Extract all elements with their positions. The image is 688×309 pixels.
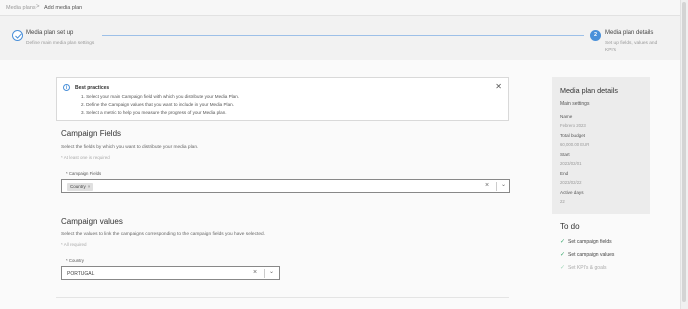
- best-practices-panel: i Best practices 1. Select your main Cam…: [56, 77, 509, 121]
- campaign-fields-label: * Campaign Fields: [66, 171, 102, 176]
- select-separator: [496, 182, 497, 191]
- clear-icon[interactable]: ×: [253, 269, 257, 276]
- chip-country: Country ×: [67, 183, 94, 191]
- details-title: Media plan details: [560, 86, 618, 95]
- check-icon: ✓: [560, 239, 566, 245]
- chevron-down-icon[interactable]: ⌄: [269, 268, 274, 275]
- chevron-down-icon[interactable]: ⌄: [501, 181, 506, 188]
- step-2-subtitle-line-1: Set up fields, values and: [605, 41, 658, 46]
- select-separator: [264, 269, 265, 278]
- detail-label-active-days: Active days: [560, 190, 584, 195]
- campaign-fields-description: Select the fields by which you want to d…: [61, 145, 199, 150]
- close-icon[interactable]: ✕: [495, 82, 502, 91]
- campaign-values-hint: * All required: [61, 242, 87, 247]
- chip-remove-icon[interactable]: ×: [88, 184, 91, 189]
- country-field-label: * Country: [66, 258, 84, 263]
- todo-label: Set KPI's & goals: [568, 265, 607, 271]
- best-practices-line: 1. Select your main Campaign field with …: [81, 94, 240, 99]
- media-plan-details-card: Media plan details Main settings Name Fe…: [552, 77, 650, 214]
- todo-title: To do: [560, 222, 580, 231]
- step-2-title: Media plan details: [605, 30, 654, 36]
- breadcrumb-media-plans[interactable]: Media plans: [6, 5, 36, 11]
- best-practices-title: Best practices: [75, 85, 110, 91]
- chip-label: Country: [70, 184, 86, 189]
- step-1-title: Media plan set up: [26, 30, 74, 36]
- detail-value-budget: 60,000.00 EUR: [560, 142, 590, 147]
- todo-item-kpis: ✓ Set KPI's & goals: [560, 264, 606, 271]
- campaign-values-description: Select the values to link the campaigns …: [61, 232, 265, 237]
- detail-label-start: Start: [560, 152, 570, 157]
- detail-value-start: 2023/02/01: [560, 161, 582, 166]
- scrollbar-thumb[interactable]: [682, 2, 686, 302]
- campaign-fields-select[interactable]: Country × × ⌄: [61, 179, 510, 193]
- section-divider: [56, 297, 509, 298]
- details-subtitle: Main settings: [560, 101, 590, 107]
- detail-value-active-days: 22: [560, 199, 565, 204]
- check-icon: ✓: [560, 252, 566, 258]
- campaign-fields-hint: * At least one is required: [61, 155, 110, 160]
- page-scrollbar[interactable]: [680, 0, 688, 309]
- stepper-line: [102, 35, 584, 36]
- campaign-values-title: Campaign values: [61, 217, 123, 226]
- best-practices-line: 2. Define the Campaign values that you w…: [81, 102, 234, 107]
- info-icon: i: [63, 84, 70, 91]
- todo-label: Set campaign values: [568, 252, 615, 258]
- detail-value-name: Febrero 2023: [560, 123, 586, 128]
- step-1-subtitle: Define main media plan settings: [26, 41, 95, 46]
- breadcrumb-add-media-plan: Add media plan: [44, 5, 83, 11]
- campaign-fields-title: Campaign Fields: [61, 129, 122, 138]
- clear-icon[interactable]: ×: [485, 182, 489, 189]
- detail-value-end: 2023/02/22: [560, 180, 582, 185]
- best-practices-line: 3. Select a metric to help you measure t…: [81, 110, 227, 115]
- main-content: i Best practices 1. Select your main Cam…: [0, 60, 680, 309]
- country-value: PORTUGAL: [67, 271, 95, 277]
- step-2-number: 2: [590, 30, 601, 41]
- step-2-subtitle-line-2: KPI's: [605, 48, 617, 53]
- todo-label: Set campaign fields: [568, 239, 612, 245]
- country-select[interactable]: PORTUGAL × ⌄: [61, 266, 280, 280]
- detail-label-budget: Total budget: [560, 133, 586, 138]
- todo-item-campaign-fields: ✓ Set campaign fields: [560, 238, 612, 245]
- todo-item-campaign-values: ✓ Set campaign values: [560, 251, 614, 258]
- detail-label-name: Name: [560, 114, 573, 119]
- check-icon: ✓: [560, 265, 566, 271]
- breadcrumb-separator: >: [36, 4, 40, 10]
- detail-label-end: End: [560, 171, 569, 176]
- stepper: Media plan set up Define main media plan…: [0, 16, 680, 60]
- top-bar: Media plans > Add media plan: [0, 0, 688, 16]
- step-1-completed-icon: [12, 30, 23, 41]
